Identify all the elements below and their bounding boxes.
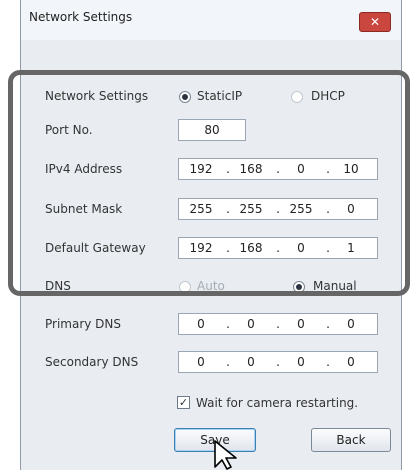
subnet-dot: . (326, 202, 330, 216)
primary-dns-dot: . (326, 317, 330, 331)
gateway-dot: . (276, 241, 280, 255)
ipv4-octet-1[interactable]: 192 (183, 162, 219, 176)
ipv4-octet-3[interactable]: 0 (283, 162, 319, 176)
secondary-dns-row: Secondary DNS 0 . 0 . 0 . 0 (21, 348, 401, 378)
network-settings-label: Network Settings (45, 89, 149, 103)
secondary-dns-octet-4[interactable]: 0 (333, 355, 369, 369)
gateway-dot: . (326, 241, 330, 255)
gateway-octet-1[interactable]: 192 (183, 241, 219, 255)
close-icon[interactable]: ✕ (359, 12, 391, 32)
ipv4-label: IPv4 Address (45, 162, 123, 176)
primary-dns-dot: . (276, 317, 280, 331)
primary-dns-row: Primary DNS 0 . 0 . 0 . 0 (21, 310, 401, 340)
title-bar: Network Settings ✕ (21, 0, 401, 40)
wait-checkbox[interactable]: ✓ (177, 396, 190, 409)
secondary-dns-octet-1[interactable]: 0 (183, 355, 219, 369)
dns-manual-radio[interactable] (293, 281, 305, 293)
ipv4-dot: . (226, 162, 230, 176)
gateway-octet-2[interactable]: 168 (233, 241, 269, 255)
ipv4-row: IPv4 Address 192 . 168 . 0 . 10 (21, 155, 401, 185)
ipv4-dot: . (326, 162, 330, 176)
primary-dns-octet-2[interactable]: 0 (233, 317, 269, 331)
primary-dns-octet-4[interactable]: 0 (333, 317, 369, 331)
primary-dns-label: Primary DNS (45, 317, 122, 331)
primary-dns-input[interactable]: 0 . 0 . 0 . 0 (178, 313, 378, 335)
secondary-dns-dot: . (226, 355, 230, 369)
primary-dns-octet-3[interactable]: 0 (283, 317, 319, 331)
back-button[interactable]: Back (311, 428, 391, 452)
dns-auto-radio[interactable] (179, 281, 191, 293)
subnet-row: Subnet Mask 255 . 255 . 255 . 0 (21, 195, 401, 225)
cursor-arrow-icon (214, 440, 237, 470)
wait-row: ✓ Wait for camera restarting. (21, 389, 401, 419)
dns-label: DNS (45, 279, 71, 293)
network-settings-row: Network Settings StaticIP DHCP (21, 82, 401, 112)
subnet-input[interactable]: 255 . 255 . 255 . 0 (178, 198, 378, 220)
subnet-octet-2[interactable]: 255 (233, 202, 269, 216)
primary-dns-octet-1[interactable]: 0 (183, 317, 219, 331)
gateway-row: Default Gateway 192 . 168 . 0 . 1 (21, 234, 401, 264)
secondary-dns-octet-2[interactable]: 0 (233, 355, 269, 369)
button-row: Save Back (21, 424, 401, 454)
ipv4-input[interactable]: 192 . 168 . 0 . 10 (178, 158, 378, 180)
dns-auto-label: Auto (197, 279, 225, 293)
ipv4-octet-2[interactable]: 168 (233, 162, 269, 176)
ipv4-octet-4[interactable]: 10 (333, 162, 369, 176)
staticip-radio[interactable] (179, 91, 191, 103)
port-label: Port No. (45, 123, 93, 137)
dhcp-radio[interactable] (291, 91, 303, 103)
dns-manual-label: Manual (313, 279, 357, 293)
staticip-label: StaticIP (197, 89, 243, 103)
subnet-dot: . (276, 202, 280, 216)
dns-row: DNS Auto Manual (21, 272, 401, 302)
port-row: Port No. 80 (21, 116, 401, 146)
secondary-dns-label: Secondary DNS (45, 355, 139, 369)
gateway-input[interactable]: 192 . 168 . 0 . 1 (178, 237, 378, 259)
port-input[interactable]: 80 (178, 119, 246, 141)
ipv4-dot: . (276, 162, 280, 176)
network-settings-dialog: Network Settings ✕ Network Settings Stat… (20, 0, 402, 470)
subnet-octet-4[interactable]: 0 (333, 202, 369, 216)
subnet-octet-3[interactable]: 255 (283, 202, 319, 216)
secondary-dns-octet-3[interactable]: 0 (283, 355, 319, 369)
subnet-dot: . (226, 202, 230, 216)
dhcp-label: DHCP (311, 89, 345, 103)
window-title: Network Settings (29, 10, 133, 24)
primary-dns-dot: . (226, 317, 230, 331)
secondary-dns-dot: . (326, 355, 330, 369)
wait-label: Wait for camera restarting. (196, 396, 359, 410)
subnet-label: Subnet Mask (45, 202, 123, 216)
secondary-dns-dot: . (276, 355, 280, 369)
gateway-octet-4[interactable]: 1 (333, 241, 369, 255)
gateway-dot: . (226, 241, 230, 255)
gateway-label: Default Gateway (45, 241, 146, 255)
subnet-octet-1[interactable]: 255 (183, 202, 219, 216)
secondary-dns-input[interactable]: 0 . 0 . 0 . 0 (178, 351, 378, 373)
gateway-octet-3[interactable]: 0 (283, 241, 319, 255)
